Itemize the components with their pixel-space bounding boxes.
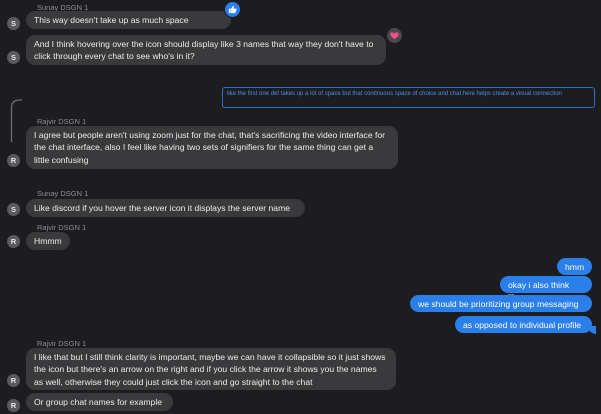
message-bubble[interactable]: And I think hovering over the icon shoul… [26, 35, 386, 65]
avatar[interactable]: R [7, 399, 20, 412]
message-bubble[interactable]: Or group chat names for example [26, 393, 173, 411]
message-bubble[interactable]: Hmmm [26, 232, 70, 250]
sender-name: Rajvir DSGN 1 [37, 223, 87, 232]
thumbs-up-glyph [228, 5, 237, 14]
sender-name: Rajvir DSGN 1 [37, 339, 87, 348]
my-message-bubble[interactable]: as opposed to individual profile [455, 316, 592, 333]
my-message-bubble[interactable]: hmm [557, 258, 592, 275]
sender-name: Sunay DSGN 1 [37, 189, 89, 198]
avatar[interactable]: S [7, 17, 20, 30]
avatar[interactable]: R [7, 374, 20, 387]
message-bubble[interactable]: I agree but people aren't using zoom jus… [26, 126, 398, 169]
heart-icon[interactable] [386, 27, 403, 44]
my-message-bubble[interactable]: okay i also think like [500, 276, 592, 302]
avatar[interactable]: R [7, 235, 20, 248]
bubble-tail [588, 326, 596, 334]
avatar[interactable]: S [7, 51, 20, 64]
message-bubble[interactable]: I like that but I still think clarity is… [26, 348, 396, 390]
avatar[interactable]: R [7, 154, 20, 167]
reply-thread-line [10, 99, 22, 142]
thumbs-up-icon[interactable] [224, 1, 241, 18]
message-bubble[interactable]: Like discord if you hover the server ico… [26, 199, 305, 217]
message-bubble[interactable]: This way doesn't take up as much space [26, 11, 231, 29]
reply-preview[interactable]: like the first one def takes up a lot of… [222, 87, 595, 108]
avatar[interactable]: S [7, 203, 20, 216]
my-message-bubble[interactable]: we should be prioritizing group messagin… [410, 295, 592, 312]
sender-name: Rajvir DSGN 1 [37, 117, 87, 126]
heart-glyph [390, 32, 399, 40]
